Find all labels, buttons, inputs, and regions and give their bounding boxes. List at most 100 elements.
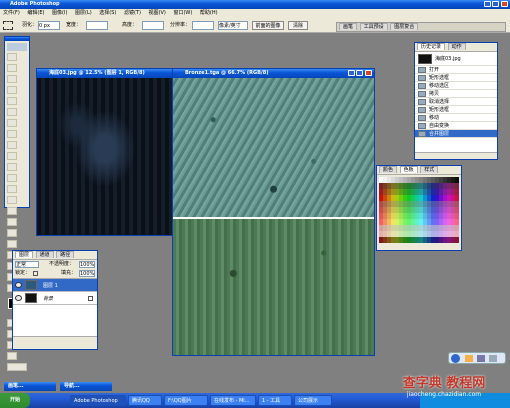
menu-layer[interactable]: 图层(L) bbox=[75, 10, 92, 16]
doc1-title-bar[interactable]: 海底03.jpg @ 12.5% (图层 1, RGB/8) bbox=[37, 69, 173, 78]
blur-icon[interactable] bbox=[7, 185, 17, 193]
lasso-icon[interactable] bbox=[7, 75, 17, 83]
history-item[interactable]: 移动选区 bbox=[415, 82, 497, 90]
taskbar-item[interactable]: 1 - 工具 bbox=[258, 395, 292, 406]
close-button[interactable] bbox=[501, 1, 508, 7]
taskbar-item[interactable]: 腾讯QQ bbox=[128, 395, 162, 406]
type-icon[interactable] bbox=[7, 218, 17, 226]
history-item[interactable]: 矩形选框 bbox=[415, 106, 497, 114]
history-step-icon bbox=[418, 99, 426, 105]
history-item[interactable]: 自由变换 bbox=[415, 122, 497, 130]
feather-input[interactable]: 0 px bbox=[38, 21, 60, 30]
ime-toolbar[interactable] bbox=[448, 352, 506, 364]
jump-to-imageready-icon[interactable] bbox=[7, 363, 27, 371]
minimize-button[interactable] bbox=[483, 1, 491, 7]
marquee-icon[interactable] bbox=[7, 53, 17, 61]
snapshot-thumbnail bbox=[418, 54, 432, 64]
pen-icon[interactable] bbox=[7, 229, 17, 237]
tab-history[interactable]: 历史记录 bbox=[417, 43, 446, 50]
crop-icon[interactable] bbox=[7, 97, 17, 105]
taskbar-item[interactable]: F:\QQ图片 bbox=[164, 395, 208, 406]
tab-actions[interactable]: 动作 bbox=[447, 43, 466, 50]
blend-mode-select[interactable]: 正常 bbox=[15, 261, 39, 268]
layer-row[interactable]: 背景 bbox=[13, 292, 97, 305]
doc2-minimize-button[interactable] bbox=[347, 70, 355, 76]
resolution-input[interactable] bbox=[192, 21, 214, 30]
history-item[interactable]: 打开 bbox=[415, 66, 497, 74]
menu-filter[interactable]: 滤镜(T) bbox=[124, 10, 141, 16]
tab-channels[interactable]: 通道 bbox=[35, 251, 54, 258]
tab-brushes[interactable]: 画笔 bbox=[339, 23, 358, 30]
tab-tool-presets[interactable]: 工具预设 bbox=[359, 23, 388, 30]
history-snapshot[interactable]: 海底03.jpg bbox=[415, 52, 497, 66]
menu-edit[interactable]: 编辑(E) bbox=[27, 10, 44, 16]
fill-input[interactable]: 100% bbox=[79, 270, 95, 277]
layer-row[interactable]: 图层 1 bbox=[13, 279, 97, 292]
menu-help[interactable]: 帮助(H) bbox=[200, 10, 218, 16]
layers-footer bbox=[13, 336, 97, 343]
healing-brush-icon[interactable] bbox=[7, 119, 17, 127]
maximize-button[interactable] bbox=[492, 1, 500, 7]
gradient-icon[interactable] bbox=[7, 174, 17, 182]
history-panel: 历史记录 动作 海底03.jpg 打开 矩形选框 移动选区 拷贝 取消选择 矩形… bbox=[414, 42, 498, 160]
menu-window[interactable]: 窗口(W) bbox=[173, 10, 192, 16]
history-step-icon bbox=[418, 107, 426, 113]
lock-icon[interactable] bbox=[33, 271, 38, 276]
taskbar-item[interactable]: 公司展示 bbox=[294, 395, 332, 406]
tab-styles[interactable]: 样式 bbox=[420, 166, 439, 173]
width-input[interactable] bbox=[86, 21, 108, 30]
taskbar-item[interactable]: 在线发布 - Mi... bbox=[210, 395, 256, 406]
toolbox-title-bar[interactable] bbox=[5, 37, 29, 41]
doc2-canvas-bottom[interactable] bbox=[173, 219, 374, 355]
shape-icon[interactable] bbox=[7, 240, 17, 248]
toolbox-header-icon bbox=[7, 43, 27, 51]
eye-icon[interactable] bbox=[15, 295, 22, 301]
start-button[interactable]: 开始 bbox=[0, 393, 30, 408]
path-select-icon[interactable] bbox=[7, 207, 17, 215]
front-image-button[interactable]: 前面的图像 bbox=[252, 21, 284, 30]
brush-icon[interactable] bbox=[7, 130, 17, 138]
minimized-brushes[interactable]: 画笔... bbox=[4, 382, 56, 391]
dodge-icon[interactable] bbox=[7, 196, 17, 204]
eraser-icon[interactable] bbox=[7, 163, 17, 171]
swatch-grid[interactable] bbox=[379, 177, 459, 249]
units-select[interactable]: 像素/英寸 bbox=[218, 21, 248, 30]
opacity-input[interactable]: 100% bbox=[79, 261, 95, 268]
swatch[interactable] bbox=[455, 237, 459, 243]
menu-select[interactable]: 选择(S) bbox=[99, 10, 116, 16]
clear-button[interactable]: 清除 bbox=[288, 21, 308, 30]
doc2-title-bar[interactable]: Bronze1.tga @ 66.7% (RGB/8) bbox=[173, 69, 374, 78]
tab-color[interactable]: 颜色 bbox=[379, 166, 398, 173]
tab-swatches[interactable]: 色板 bbox=[399, 166, 418, 173]
tab-layer-comps[interactable]: 图层复合 bbox=[390, 23, 419, 30]
menu-image[interactable]: 图像(I) bbox=[52, 10, 67, 16]
history-item[interactable]: 拷贝 bbox=[415, 90, 497, 98]
doc2-maximize-button[interactable] bbox=[356, 70, 364, 76]
history-item[interactable]: 矩形选框 bbox=[415, 74, 497, 82]
ime-keyboard-icon bbox=[489, 355, 497, 362]
slice-icon[interactable] bbox=[7, 108, 17, 116]
doc1-canvas[interactable] bbox=[37, 78, 173, 235]
history-brush-icon[interactable] bbox=[7, 152, 17, 160]
magic-wand-icon[interactable] bbox=[7, 86, 17, 94]
history-item-selected[interactable]: 合并图层 bbox=[415, 130, 497, 138]
eye-icon[interactable] bbox=[15, 282, 22, 288]
history-item[interactable]: 移动 bbox=[415, 114, 497, 122]
clone-stamp-icon[interactable] bbox=[7, 141, 17, 149]
menu-file[interactable]: 文件(F) bbox=[3, 10, 20, 16]
options-bar: 羽化： 0 px 宽度： 高度： 分辨率： 像素/英寸 前面的图像 清除 画笔 … bbox=[0, 18, 510, 33]
minimized-navigator[interactable]: 导航... bbox=[60, 382, 112, 391]
tab-layers[interactable]: 图层 bbox=[15, 251, 34, 258]
taskbar-item[interactable]: Adobe Photoshop bbox=[70, 395, 126, 406]
layers-panel: 图层 通道 路径 正常 不透明度： 100% 锁定： 填充： 100% 图层 1… bbox=[12, 250, 98, 350]
move-icon[interactable] bbox=[7, 64, 17, 72]
menu-view[interactable]: 视图(V) bbox=[149, 10, 166, 16]
doc2-close-button[interactable] bbox=[365, 70, 372, 76]
full-screen-icon[interactable] bbox=[7, 352, 17, 360]
doc2-canvas-top[interactable] bbox=[173, 78, 374, 217]
history-step-icon bbox=[418, 67, 426, 73]
history-item[interactable]: 取消选择 bbox=[415, 98, 497, 106]
height-input[interactable] bbox=[142, 21, 164, 30]
tab-paths[interactable]: 路径 bbox=[56, 251, 75, 258]
marquee-tool-icon[interactable] bbox=[3, 21, 13, 30]
